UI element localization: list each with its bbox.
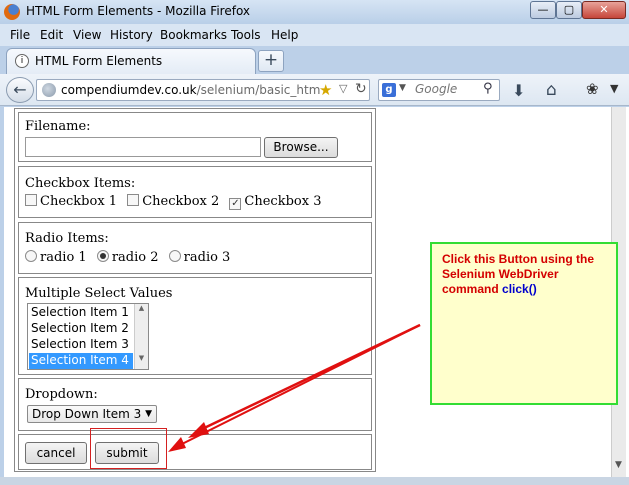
dropdown-label: Dropdown: (25, 387, 98, 402)
url-path: /selenium/basic_html_f (196, 83, 321, 97)
menu-tools[interactable]: Tools (231, 28, 261, 42)
page-favicon-icon: i (15, 54, 29, 68)
dropdown-cell: Dropdown: Drop Down Item 3 ▼ (18, 378, 372, 431)
menu-history[interactable]: History (110, 28, 153, 42)
radio-1-label: radio 1 (40, 250, 87, 265)
list-scroll-down-icon[interactable]: ▼ (135, 354, 148, 362)
callout-code: click() (502, 282, 537, 296)
radio-3-label: radio 3 (183, 250, 231, 265)
filename-cell: Filename: Browse... (18, 112, 372, 162)
multiselect-option-3[interactable]: Selection Item 3 (29, 337, 133, 353)
submit-highlight-box (90, 428, 167, 469)
search-input[interactable] (415, 82, 479, 96)
scroll-down-arrow-icon[interactable]: ▼ (611, 460, 626, 476)
firefox-logo-icon (4, 4, 20, 20)
url-host: compendiumdev.co.uk (61, 83, 197, 97)
multiselect-option-2[interactable]: Selection Item 2 (29, 321, 133, 337)
url-text[interactable]: compendiumdev.co.uk/selenium/basic_html_… (61, 83, 321, 97)
form-table: Filename: Browse... Checkbox Items: Chec… (14, 108, 376, 472)
buttons-cell: cancel submit (18, 434, 372, 470)
callout-text: Click this Button using the Selenium Web… (442, 252, 614, 297)
tab-label: HTML Form Elements (35, 54, 163, 68)
menu-bookmarks[interactable]: Bookmarks (160, 28, 227, 42)
radio-3[interactable] (168, 250, 181, 262)
home-icon[interactable]: ⌂ (546, 80, 557, 100)
menu-bar: File Edit View History Bookmarks Tools H… (0, 24, 629, 46)
multiselect-cell: Multiple Select Values Selection Item 1 … (18, 277, 372, 375)
annotation-callout: Click this Button using the Selenium Web… (430, 242, 618, 405)
checkbox-3[interactable]: ✓ (229, 198, 242, 210)
new-tab-button[interactable]: + (258, 50, 284, 72)
close-button[interactable]: ✕ (582, 1, 626, 19)
browse-button[interactable]: Browse... (264, 137, 338, 158)
download-icon[interactable]: ⬇ (512, 81, 525, 100)
checkbox-2-label: Checkbox 2 (142, 194, 220, 209)
window-title: HTML Form Elements - Mozilla Firefox (26, 4, 251, 18)
globe-icon (42, 83, 56, 97)
checkbox-items-label: Checkbox Items: (25, 176, 136, 191)
dropdown-value: Drop Down Item 3 (32, 407, 142, 421)
menu-help[interactable]: Help (271, 28, 298, 42)
google-engine-icon[interactable]: g (382, 83, 396, 97)
toolbar-menu-dropdown-icon[interactable]: ▼ (610, 82, 618, 95)
back-button[interactable]: ← (6, 77, 34, 103)
checkbox-1[interactable] (25, 194, 37, 206)
addon-bug-icon[interactable]: ❀ (586, 80, 599, 98)
checkbox-2[interactable] (127, 194, 140, 206)
multiselect-label: Multiple Select Values (25, 286, 173, 301)
search-icon[interactable]: ⚲ (483, 81, 493, 96)
radio-items-label: Radio Items: (25, 231, 109, 246)
multiselect-listbox[interactable]: Selection Item 1 Selection Item 2 Select… (27, 303, 149, 370)
maximize-button[interactable]: ▢ (556, 1, 582, 19)
multiselect-option-4[interactable]: Selection Item 4 (29, 353, 133, 369)
radio-1[interactable] (25, 250, 37, 262)
tab-html-form-elements[interactable]: i HTML Form Elements (6, 48, 256, 74)
checkbox-cell: Checkbox Items: Checkbox 1 Checkbox 2 ✓ C… (18, 166, 372, 218)
search-engine-dropdown-icon[interactable]: ▼ (399, 83, 406, 93)
menu-edit[interactable]: Edit (40, 28, 63, 42)
status-bar (0, 477, 629, 485)
cancel-button[interactable]: cancel (25, 442, 87, 464)
dropdown-select[interactable]: Drop Down Item 3 ▼ (27, 405, 157, 423)
list-scroll-up-icon[interactable]: ▲ (135, 304, 148, 312)
chevron-down-icon: ▼ (145, 409, 152, 419)
minimize-button[interactable]: — (530, 1, 556, 19)
radio-2[interactable] (96, 250, 109, 262)
checkbox-group: Checkbox 1 Checkbox 2 ✓ Checkbox 3 (25, 194, 321, 210)
file-path-input[interactable] (25, 137, 261, 157)
listbox-scrollbar[interactable]: ▲ ▼ (134, 304, 148, 369)
radio-group: radio 1 radio 2 radio 3 (25, 250, 230, 265)
url-bar[interactable]: compendiumdev.co.uk/selenium/basic_html_… (36, 79, 370, 101)
reload-icon[interactable]: ↻ (355, 81, 367, 97)
menu-view[interactable]: View (73, 28, 101, 42)
multiselect-option-1[interactable]: Selection Item 1 (29, 305, 133, 321)
radio-2-label: radio 2 (111, 250, 159, 265)
radio-cell: Radio Items: radio 1 radio 2 radio 3 (18, 222, 372, 274)
menu-file[interactable]: File (10, 28, 30, 42)
history-dropdown-icon[interactable]: ▽ (339, 82, 347, 95)
checkbox-3-label: Checkbox 3 (244, 194, 322, 209)
checkbox-1-label: Checkbox 1 (40, 194, 118, 209)
search-bar[interactable]: g ▼ ⚲ (378, 79, 500, 101)
filename-label: Filename: (25, 119, 91, 134)
bookmark-star-icon[interactable]: ★ (319, 81, 332, 99)
